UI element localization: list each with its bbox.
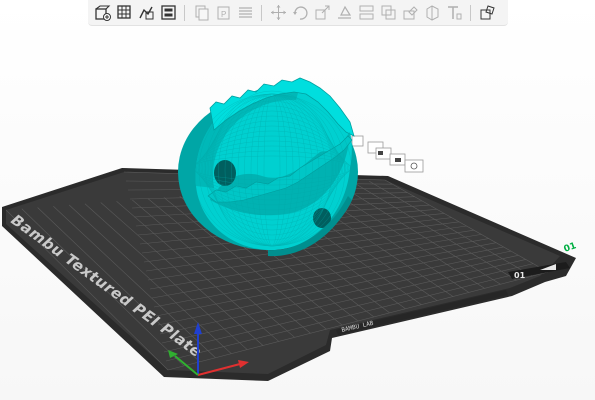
boolean-icon bbox=[381, 5, 395, 20]
plate-number[interactable]: 01 bbox=[514, 271, 526, 280]
scale-icon bbox=[315, 5, 329, 20]
plate-controls bbox=[351, 135, 424, 173]
toolbar-separator bbox=[470, 4, 471, 21]
cut-button[interactable] bbox=[356, 3, 376, 23]
layers-list-button[interactable] bbox=[235, 3, 255, 23]
plate-corner-number: 01 bbox=[563, 241, 578, 255]
scale-button[interactable] bbox=[312, 3, 332, 23]
add-object-icon bbox=[94, 5, 111, 21]
copy-button[interactable] bbox=[191, 3, 211, 23]
lay-on-face-icon bbox=[337, 5, 351, 19]
3d-viewport[interactable]: Bambu Textured PEI Plate 01 01 BAMBU LAB bbox=[0, 0, 595, 400]
arrange-grid-button[interactable] bbox=[114, 3, 134, 23]
paste-icon: P bbox=[217, 6, 229, 20]
layers-list-icon bbox=[238, 7, 252, 18]
lay-on-face-button[interactable] bbox=[334, 3, 354, 23]
add-object-button[interactable] bbox=[92, 3, 112, 23]
seam-icon bbox=[426, 5, 438, 21]
auto-orient-icon bbox=[138, 6, 153, 20]
rotate-icon bbox=[292, 6, 308, 20]
text-button[interactable] bbox=[444, 3, 464, 23]
rotate-button[interactable] bbox=[290, 3, 310, 23]
cut-icon bbox=[359, 5, 373, 20]
layer-view-icon bbox=[160, 5, 176, 20]
paste-button[interactable]: P bbox=[213, 3, 233, 23]
svg-text:P: P bbox=[221, 10, 226, 19]
seam-button[interactable] bbox=[422, 3, 442, 23]
auto-orient-button[interactable] bbox=[136, 3, 156, 23]
support-paint-icon bbox=[403, 6, 418, 20]
plate-lock-button[interactable] bbox=[351, 135, 364, 147]
boolean-button[interactable] bbox=[378, 3, 398, 23]
move-icon bbox=[270, 5, 286, 20]
toolbar-separator bbox=[261, 4, 262, 21]
assembly-view-button[interactable] bbox=[477, 3, 497, 23]
plate-gear-icon[interactable] bbox=[404, 159, 424, 173]
copy-icon bbox=[195, 5, 208, 21]
move-button[interactable] bbox=[268, 3, 288, 23]
text-icon bbox=[447, 6, 461, 20]
build-scene: Bambu Textured PEI Plate 01 01 BAMBU LAB bbox=[2, 77, 578, 381]
layer-view-button[interactable] bbox=[158, 3, 178, 23]
main-toolbar: P bbox=[88, 0, 508, 26]
assembly-view-icon bbox=[480, 5, 495, 20]
toolbar-separator bbox=[184, 4, 185, 21]
arrange-grid-icon bbox=[116, 5, 131, 19]
support-paint-button[interactable] bbox=[400, 3, 420, 23]
